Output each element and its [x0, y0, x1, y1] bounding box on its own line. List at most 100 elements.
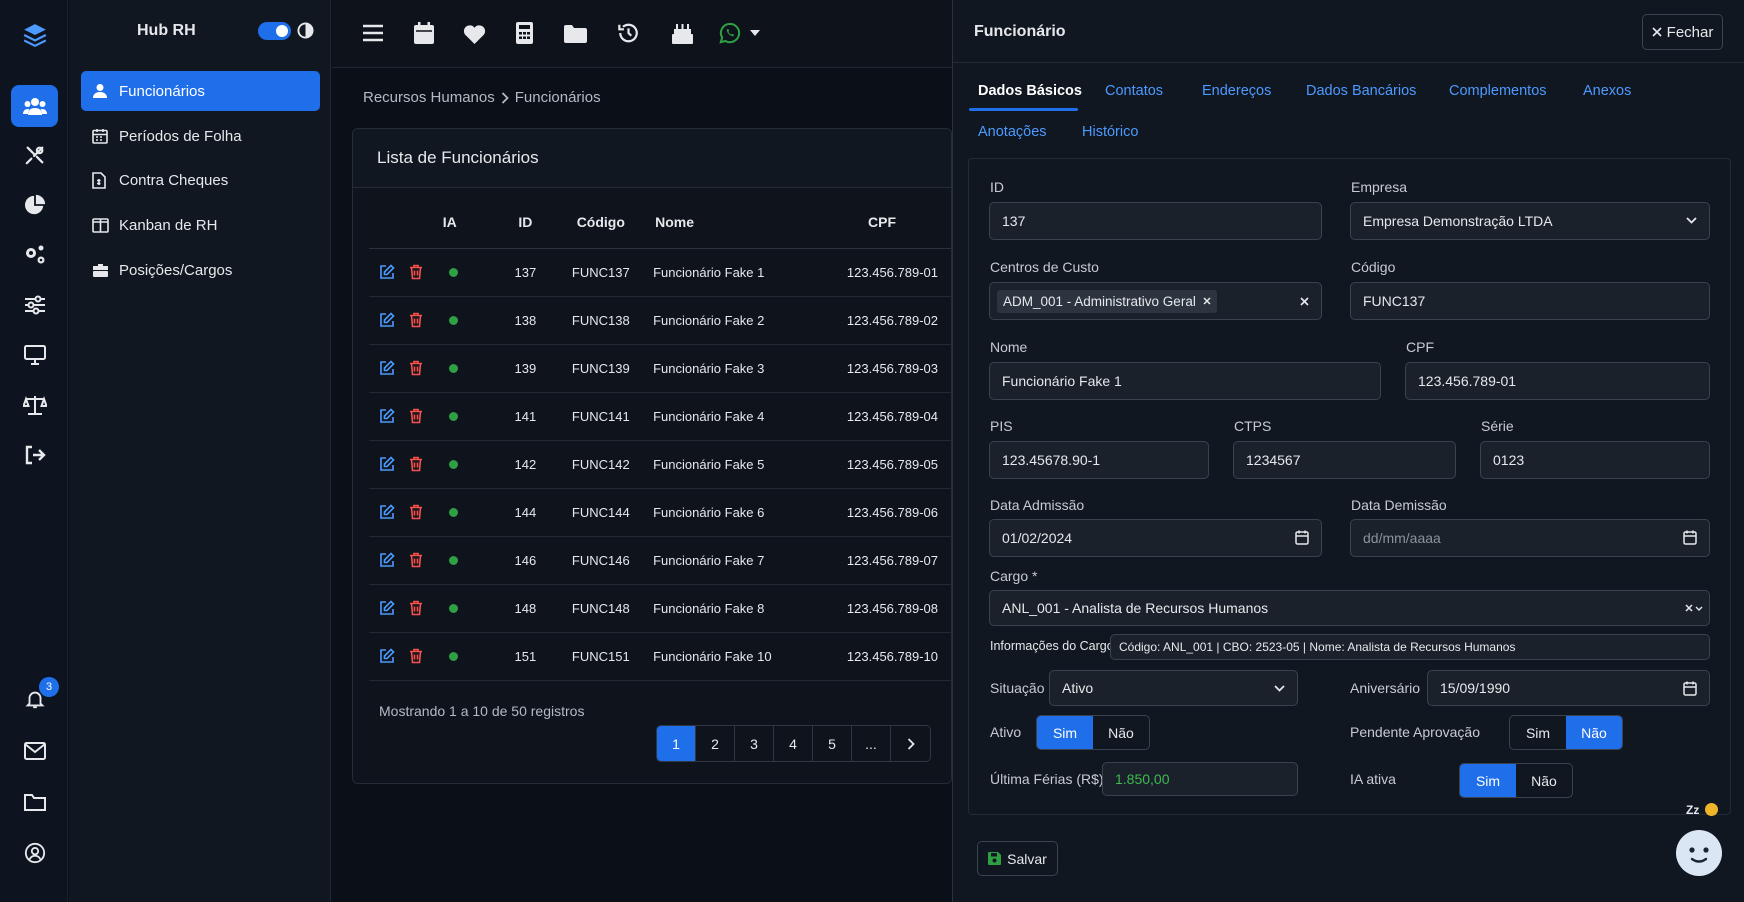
trash-icon[interactable] — [409, 312, 423, 328]
chatbot-avatar-icon[interactable] — [1676, 830, 1722, 876]
table-row[interactable]: 151 FUNC151 Funcionário Fake 10 123.456.789… — [369, 632, 951, 681]
page-button-3[interactable]: 3 — [735, 726, 774, 761]
codigo-field[interactable]: FUNC137 — [1350, 282, 1710, 320]
trash-icon[interactable] — [409, 648, 423, 664]
ativo-sim-button[interactable]: Sim — [1037, 716, 1093, 749]
column-header-id[interactable]: ID — [492, 196, 559, 249]
calendar-icon[interactable] — [1295, 530, 1309, 545]
demissao-date-field[interactable]: dd/mm/aaaa — [1350, 519, 1710, 557]
users-icon[interactable] — [11, 85, 58, 127]
pie-chart-icon[interactable] — [11, 184, 58, 226]
trash-icon[interactable] — [409, 600, 423, 616]
pis-field[interactable]: 123.45678.90-1 — [989, 441, 1209, 479]
heart-icon[interactable] — [463, 24, 486, 44]
page-button-2[interactable]: 2 — [696, 726, 735, 761]
page-ellipsis[interactable]: ... — [852, 726, 891, 761]
birthday-cake-icon[interactable] — [672, 22, 693, 44]
situacao-select[interactable]: Ativo — [1049, 670, 1298, 706]
trash-icon[interactable] — [409, 456, 423, 472]
calendar-icon[interactable] — [414, 22, 434, 44]
tab-anexos[interactable]: Anexos — [1583, 83, 1631, 99]
theme-toggle[interactable] — [258, 22, 291, 40]
tab-complementos[interactable]: Complementos — [1449, 83, 1547, 99]
next-page-button[interactable] — [891, 726, 930, 761]
breadcrumb-parent[interactable]: Recursos Humanos — [363, 89, 495, 106]
chip-remove-icon[interactable] — [1203, 297, 1211, 305]
table-row[interactable]: 139 FUNC139 Funcionário Fake 3 123.456.789-… — [369, 344, 951, 393]
clear-icon[interactable] — [1300, 297, 1309, 306]
edit-icon[interactable] — [379, 552, 395, 568]
whatsapp-icon[interactable] — [719, 22, 741, 44]
sidebar-item-funcionarios[interactable]: Funcionários — [81, 71, 320, 111]
ia-sim-button[interactable]: Sim — [1460, 764, 1516, 797]
ctps-field[interactable]: 1234567 — [1233, 441, 1456, 479]
sidebar-item-periodos[interactable]: Períodos de Folha — [81, 116, 320, 156]
table-row[interactable]: 144 FUNC144 Funcionário Fake 6 123.456.789-… — [369, 488, 951, 537]
calendar-icon[interactable] — [1683, 530, 1697, 545]
ativo-nao-button[interactable]: Não — [1093, 716, 1149, 749]
page-button-5[interactable]: 5 — [813, 726, 852, 761]
calendar-icon[interactable] — [1683, 681, 1697, 696]
folder-icon[interactable] — [564, 25, 587, 43]
ia-nao-button[interactable]: Não — [1516, 764, 1572, 797]
column-header-cpf[interactable]: CPF — [792, 196, 951, 249]
chevron-down-icon[interactable] — [750, 30, 760, 36]
calculator-icon[interactable] — [516, 22, 533, 44]
table-row[interactable]: 146 FUNC146 Funcionário Fake 7 123.456.789-… — [369, 536, 951, 585]
logout-icon[interactable] — [11, 434, 58, 476]
page-button-1[interactable]: 1 — [657, 726, 696, 761]
pendente-sim-button[interactable]: Sim — [1510, 716, 1566, 749]
sidebar-item-posicoes[interactable]: Posições/Cargos — [81, 250, 320, 290]
edit-icon[interactable] — [379, 504, 395, 520]
sidebar-item-kanban[interactable]: Kanban de RH — [81, 205, 320, 245]
id-field[interactable]: 137 — [989, 202, 1322, 240]
page-button-4[interactable]: 4 — [774, 726, 813, 761]
ferias-field[interactable]: 1.850,00 — [1102, 762, 1298, 796]
tools-icon[interactable] — [11, 134, 58, 176]
table-row[interactable]: 137 FUNC137 Funcionário Fake 1 123.456.789-… — [369, 248, 951, 297]
empresa-select[interactable]: Empresa Demonstração LTDA — [1350, 202, 1710, 240]
edit-icon[interactable] — [379, 648, 395, 664]
tab-dados-basicos[interactable]: Dados Básicos — [978, 83, 1082, 99]
serie-field[interactable]: 0123 — [1480, 441, 1710, 479]
pendente-nao-button[interactable]: Não — [1566, 716, 1622, 749]
column-header-ia[interactable]: IA — [442, 196, 493, 249]
admissao-date-field[interactable]: 01/02/2024 — [989, 519, 1322, 557]
mail-icon[interactable] — [11, 730, 58, 772]
menu-icon[interactable] — [362, 24, 384, 42]
edit-icon[interactable] — [379, 360, 395, 376]
edit-icon[interactable] — [379, 264, 395, 280]
save-button[interactable]: Salvar — [977, 841, 1058, 876]
cargo-select[interactable]: ANL_001 - Analista de Recursos Humanos — [989, 590, 1710, 626]
sidebar-item-contra-cheques[interactable]: Contra Cheques — [81, 160, 320, 200]
trash-icon[interactable] — [409, 360, 423, 376]
table-row[interactable]: 141 FUNC141 Funcionário Fake 4 123.456.789-… — [369, 392, 951, 441]
table-row[interactable]: 148 FUNC148 Funcionário Fake 8 123.456.789-… — [369, 584, 951, 633]
tab-enderecos[interactable]: Endereços — [1202, 83, 1271, 99]
table-row[interactable]: 142 FUNC142 Funcionário Fake 5 123.456.789-… — [369, 440, 951, 489]
tab-anotacoes[interactable]: Anotações — [978, 124, 1047, 140]
nome-field[interactable]: Funcionário Fake 1 — [989, 362, 1381, 400]
tab-dados-bancarios[interactable]: Dados Bancários — [1306, 83, 1416, 99]
edit-icon[interactable] — [379, 456, 395, 472]
tab-contatos[interactable]: Contatos — [1105, 83, 1163, 99]
close-button[interactable]: Fechar — [1642, 14, 1723, 50]
trash-icon[interactable] — [409, 264, 423, 280]
column-header-codigo[interactable]: Código — [558, 196, 644, 249]
trash-icon[interactable] — [409, 504, 423, 520]
cpf-field[interactable]: 123.456.789-01 — [1405, 362, 1710, 400]
layers-logo-icon[interactable] — [11, 14, 58, 56]
edit-icon[interactable] — [379, 600, 395, 616]
edit-icon[interactable] — [379, 408, 395, 424]
contrast-icon[interactable] — [297, 22, 314, 39]
edit-icon[interactable] — [379, 312, 395, 328]
history-icon[interactable] — [617, 22, 640, 44]
clear-dropdown-icon[interactable] — [1685, 604, 1703, 612]
monitor-icon[interactable] — [11, 334, 58, 376]
table-row[interactable]: 138 FUNC138 Funcionário Fake 2 123.456.789-… — [369, 296, 951, 345]
centros-multiselect[interactable]: ADM_001 - Administrativo Geral — [989, 282, 1322, 320]
trash-icon[interactable] — [409, 552, 423, 568]
cogs-icon[interactable] — [11, 234, 58, 276]
aniversario-date-field[interactable]: 15/09/1990 — [1427, 670, 1710, 706]
tab-historico[interactable]: Histórico — [1082, 124, 1138, 140]
